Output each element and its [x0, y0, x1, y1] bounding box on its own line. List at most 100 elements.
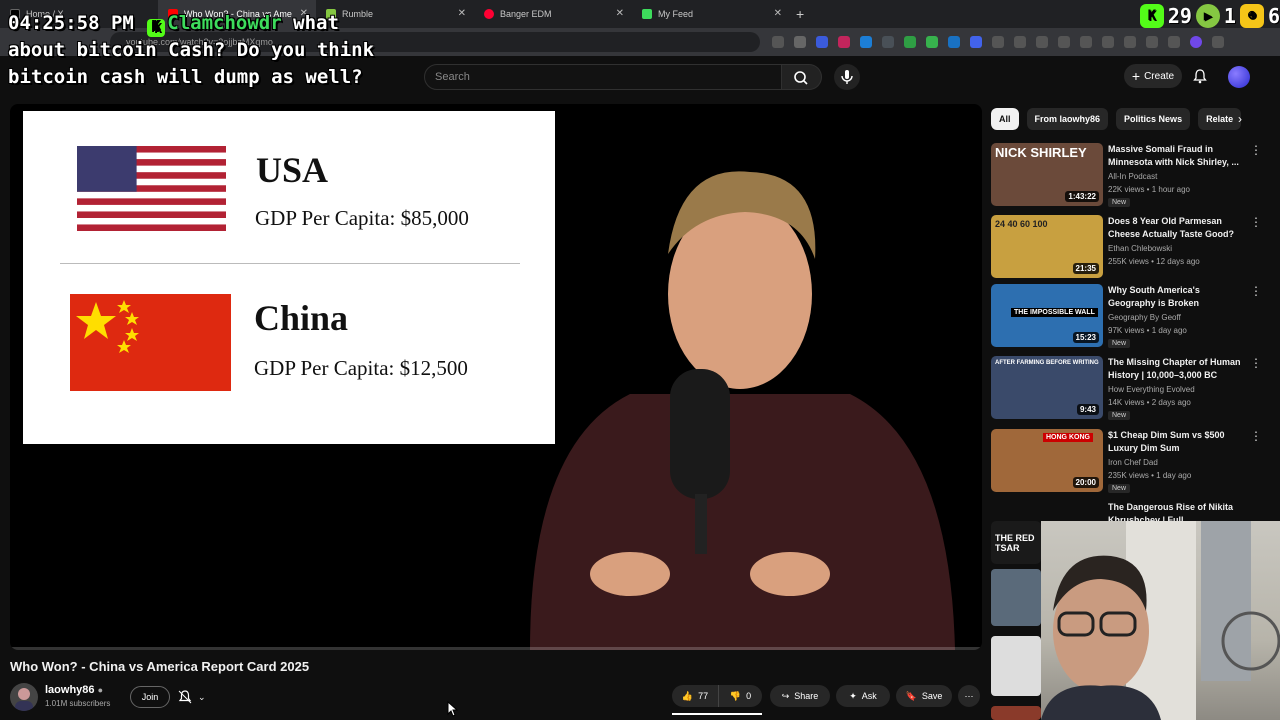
- rumble-icon: ▶: [1195, 4, 1220, 28]
- duration-badge: 21:35: [1072, 263, 1099, 274]
- star-icon[interactable]: [794, 36, 806, 48]
- channel-name[interactable]: laowhy86 ●: [45, 684, 103, 696]
- recommendation-item[interactable]: AFTER FARMING BEFORE WRITING 9:43 The Mi…: [991, 356, 1271, 422]
- recommendation-title[interactable]: The Dangerous Rise of Nikita Khrushchev …: [1108, 501, 1243, 523]
- recommendation-channel[interactable]: How Everything Evolved: [1108, 385, 1195, 394]
- recommendation-item[interactable]: HONG KONG 20:00 $1 Cheap Dim Sum vs $500…: [991, 429, 1271, 495]
- profile-icon[interactable]: [1190, 36, 1202, 48]
- like-ratio-bar: [672, 713, 762, 715]
- browser-tab-banger-edm[interactable]: Banger EDM ✕: [474, 0, 632, 28]
- video-thumbnail[interactable]: NICK SHIRLEY 1:43:22: [991, 143, 1103, 206]
- menu-icon[interactable]: [1212, 36, 1224, 48]
- recommendation-title[interactable]: Why South America's Geography is Broken: [1108, 284, 1243, 310]
- extension-icon[interactable]: [904, 36, 916, 48]
- extension-icon[interactable]: [1168, 36, 1180, 48]
- extension-icon[interactable]: [992, 36, 1004, 48]
- more-vert-icon[interactable]: ⋮: [1250, 143, 1262, 157]
- recommendation-channel[interactable]: Iron Chef Dad: [1108, 458, 1158, 467]
- kick-icon: K: [147, 19, 166, 37]
- recommendation-title[interactable]: The Missing Chapter of Human History | 1…: [1108, 356, 1243, 382]
- recommendation-title[interactable]: $1 Cheap Dim Sum vs $500 Luxury Dim Sum: [1108, 429, 1243, 455]
- recommendation-title[interactable]: Does 8 Year Old Parmesan Cheese Actually…: [1108, 215, 1243, 241]
- new-badge: New: [1108, 339, 1131, 348]
- recommendation-channel[interactable]: Geography By Geoff: [1108, 313, 1181, 322]
- extension-icon[interactable]: [1058, 36, 1070, 48]
- save-label: Save: [921, 691, 943, 701]
- chip-related[interactable]: Relate: [1198, 108, 1242, 130]
- like-button[interactable]: 👍 77: [672, 685, 718, 707]
- thumbs-up-icon: 👍: [681, 690, 694, 701]
- extension-icon[interactable]: [970, 36, 982, 48]
- new-tab-icon[interactable]: +: [796, 6, 804, 22]
- more-vert-icon[interactable]: ⋮: [1250, 429, 1262, 443]
- more-actions-button[interactable]: ⋯: [958, 685, 980, 707]
- duration-badge: 9:43: [1076, 404, 1099, 415]
- chevron-right-icon[interactable]: ›: [1238, 112, 1242, 126]
- ask-button[interactable]: ✦ Ask: [836, 685, 890, 707]
- recommendation-item[interactable]: THE IMPOSSIBLE WALL 15:23 Why South Amer…: [991, 284, 1271, 350]
- recommendation-title[interactable]: Massive Somali Fraud in Minnesota with N…: [1108, 143, 1243, 169]
- chat-message-line: about bitcoin Cash? Do you think: [8, 39, 375, 61]
- like-count: 77: [698, 691, 709, 701]
- more-vert-icon[interactable]: ⋮: [1250, 215, 1262, 229]
- recommendation-channel[interactable]: All-In Podcast: [1108, 172, 1157, 181]
- close-tab-icon[interactable]: ✕: [616, 8, 624, 19]
- channel-name-text: laowhy86: [45, 684, 95, 696]
- thumbnail-text: HONG KONG: [1043, 433, 1093, 442]
- more-vert-icon[interactable]: ⋮: [1250, 356, 1262, 370]
- devtools-icon[interactable]: [1080, 36, 1092, 48]
- feed-favicon-icon: [642, 9, 652, 19]
- extension-icon[interactable]: [816, 36, 828, 48]
- browser-tab-my-feed[interactable]: My Feed ✕: [632, 0, 790, 28]
- history-icon[interactable]: [1036, 36, 1048, 48]
- video-thumbnail[interactable]: [991, 706, 1041, 720]
- partially-hidden-thumbnails: [991, 521, 1041, 720]
- duration-badge: 1:43:22: [1065, 191, 1099, 202]
- video-thumbnail[interactable]: AFTER FARMING BEFORE WRITING 9:43: [991, 356, 1103, 419]
- video-thumbnail[interactable]: [991, 636, 1041, 696]
- screen: Home / X Who Won? - China vs Ame ✕ Rumbl…: [0, 0, 1280, 720]
- new-badge: New: [1108, 198, 1131, 207]
- extension-icon[interactable]: [860, 36, 872, 48]
- close-tab-icon[interactable]: ✕: [774, 8, 782, 19]
- chip-from-channel[interactable]: From laowhy86: [1026, 108, 1109, 130]
- video-thumbnail[interactable]: 24 40 60 100 21:35: [991, 215, 1103, 278]
- video-thumbnail[interactable]: HONG KONG 20:00: [991, 429, 1103, 492]
- more-vert-icon[interactable]: ⋮: [1250, 284, 1262, 298]
- channel-avatar[interactable]: [10, 683, 38, 711]
- save-button[interactable]: 🔖 Save: [896, 685, 952, 707]
- dislike-count: 0: [746, 691, 752, 701]
- join-button[interactable]: Join: [130, 686, 170, 708]
- mouse-cursor-icon: [447, 701, 459, 717]
- video-player[interactable]: USA GDP Per Capita: $85,000 China GDP Pe…: [10, 104, 982, 650]
- subscription-bell-button[interactable]: ⌄: [178, 686, 220, 708]
- extension-icon[interactable]: [1146, 36, 1158, 48]
- share-button[interactable]: ↪ Share: [770, 685, 830, 707]
- sidebar-icon[interactable]: [1102, 36, 1114, 48]
- extension-icon[interactable]: [926, 36, 938, 48]
- emote-icon: ☻: [1239, 4, 1264, 28]
- recommendation-channel[interactable]: Ethan Chlebowski: [1108, 244, 1172, 253]
- recommendation-item[interactable]: NICK SHIRLEY 1:43:22 Massive Somali Frau…: [991, 143, 1271, 209]
- create-button[interactable]: + Create: [1124, 64, 1182, 88]
- extension-icon[interactable]: [948, 36, 960, 48]
- extension-icon[interactable]: [838, 36, 850, 48]
- notifications-bell-icon[interactable]: [1192, 68, 1208, 84]
- video-thumbnail[interactable]: THE IMPOSSIBLE WALL 15:23: [991, 284, 1103, 347]
- voice-search-button[interactable]: [834, 64, 860, 90]
- stream-stats: K 29 ▶ 1 ☻ 6: [1139, 4, 1280, 28]
- extension-icon[interactable]: [882, 36, 894, 48]
- recommendation-item[interactable]: 24 40 60 100 21:35 Does 8 Year Old Parme…: [991, 215, 1271, 281]
- search-button[interactable]: [782, 64, 822, 90]
- chip-all[interactable]: All: [991, 108, 1019, 130]
- chip-politics-news[interactable]: Politics News: [1116, 108, 1191, 130]
- dislike-button[interactable]: 👎 0: [718, 685, 762, 707]
- video-thumbnail[interactable]: [991, 569, 1041, 626]
- extension-icon[interactable]: [1124, 36, 1136, 48]
- recommendation-meta: 22K views • 1 hour ago: [1108, 185, 1190, 194]
- install-icon[interactable]: [772, 36, 784, 48]
- user-avatar[interactable]: [1228, 66, 1250, 88]
- extensions-puzzle-icon[interactable]: [1014, 36, 1026, 48]
- gdp-china: GDP Per Capita: $12,500: [254, 356, 468, 380]
- progress-bar[interactable]: [10, 647, 982, 650]
